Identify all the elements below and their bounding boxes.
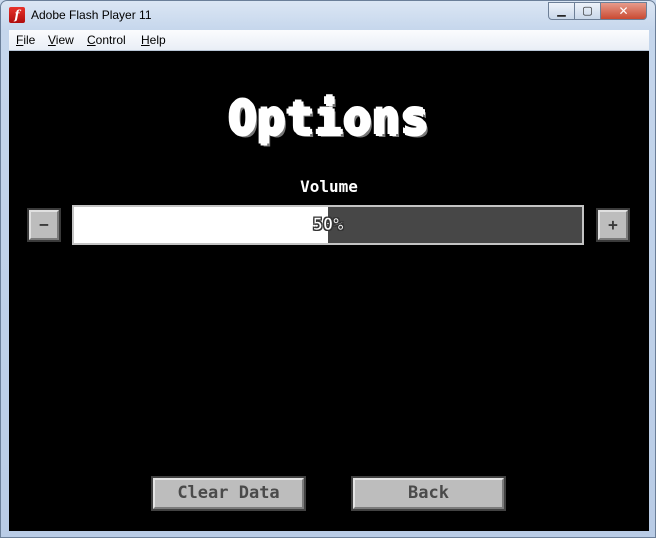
maximize-icon: ▢ xyxy=(582,4,593,17)
maximize-button[interactable]: ▢ xyxy=(574,2,601,20)
minus-icon: − xyxy=(29,210,59,240)
close-icon: ✕ xyxy=(618,4,629,18)
flash-icon: f xyxy=(9,7,25,23)
back-button[interactable]: Back xyxy=(351,476,506,511)
volume-bar[interactable]: 50% xyxy=(72,205,584,245)
volume-label: Volume xyxy=(300,177,358,196)
plus-icon: + xyxy=(598,210,628,240)
back-label: Back xyxy=(353,478,504,509)
window-title: Adobe Flash Player 11 xyxy=(31,8,152,22)
volume-value: 50% xyxy=(312,215,344,236)
clear-data-button[interactable]: Clear Data xyxy=(151,476,306,511)
volume-increase-button[interactable]: + xyxy=(596,208,630,242)
options-title: Options xyxy=(228,91,430,145)
title-bar[interactable]: f Adobe Flash Player 11 ▁ ▢ ✕ xyxy=(1,1,655,30)
menu-view[interactable]: View xyxy=(48,33,74,47)
minimize-icon: ▁ xyxy=(557,4,566,17)
minimize-button[interactable]: ▁ xyxy=(548,2,575,20)
close-button[interactable]: ✕ xyxy=(600,2,647,20)
clear-data-label: Clear Data xyxy=(153,478,304,509)
volume-decrease-button[interactable]: − xyxy=(27,208,61,242)
menu-control[interactable]: Control xyxy=(87,33,126,47)
menu-file[interactable]: File xyxy=(16,33,35,47)
menu-help[interactable]: Help xyxy=(141,33,166,47)
flash-stage: Options Volume − 50% + Clear Data Back xyxy=(9,51,649,531)
menu-bar: File View Control Help xyxy=(9,30,649,51)
flash-player-window: f Adobe Flash Player 11 ▁ ▢ ✕ File View … xyxy=(0,0,656,538)
